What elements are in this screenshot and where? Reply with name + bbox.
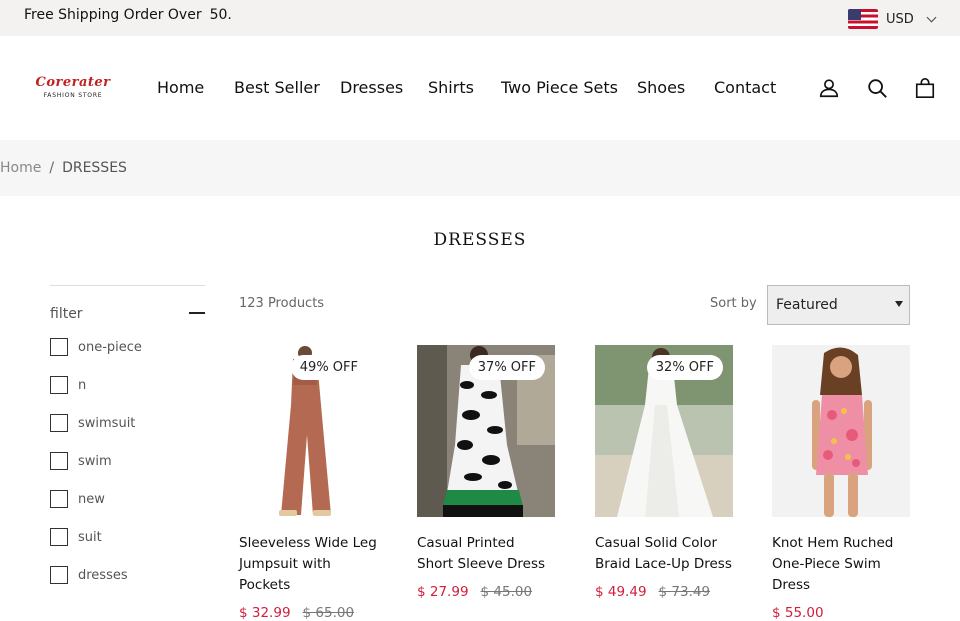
checkbox[interactable] (50, 414, 68, 432)
original-price: $ 73.49 (658, 584, 711, 600)
discount-badge: 32% OFF (646, 355, 723, 380)
nav-contact[interactable]: Contact (714, 78, 776, 97)
sale-price: $ 49.49 (595, 584, 647, 600)
checkbox[interactable] (50, 452, 68, 470)
filter-option-swimsuit[interactable]: swimsuit (50, 413, 135, 433)
filter-option-one-piece[interactable]: one-piece (50, 337, 142, 357)
breadcrumb-separator: / (49, 160, 55, 176)
us-flag-icon (848, 9, 878, 29)
product-card[interactable]: 32% OFF Casual Solid Color Braid Lace-Up… (595, 345, 733, 600)
filter-option-label: n (78, 377, 87, 393)
nav-two-piece-sets[interactable]: Two Piece Sets (501, 78, 618, 97)
filter-option-label: new (78, 491, 105, 507)
filter-option-label: suit (78, 529, 102, 545)
product-name[interactable]: Casual Solid Color Braid Lace-Up Dress (595, 533, 733, 575)
nav-shoes[interactable]: Shoes (637, 78, 685, 97)
chevron-down-icon (926, 12, 937, 22)
filter-option-label: swim (78, 453, 112, 469)
original-price: $ 45.00 (480, 584, 533, 600)
product-image[interactable]: 32% OFF (595, 345, 733, 517)
currency-code: USD (886, 11, 914, 27)
filter-option-n[interactable]: n (50, 375, 86, 395)
product-image[interactable]: 37% OFF (417, 345, 555, 517)
nav-best-seller[interactable]: Best Seller (234, 78, 320, 97)
filter-heading: filter (50, 306, 83, 322)
product-name[interactable]: Sleeveless Wide Leg Jumpsuit with Pocket… (239, 533, 377, 596)
nav-dresses[interactable]: Dresses (340, 78, 403, 97)
collapse-icon (189, 312, 205, 314)
page-title: DRESSES (433, 230, 527, 250)
product-name[interactable]: Knot Hem Ruched One-Piece Swim Dress (772, 533, 910, 596)
filter-option-label: swimsuit (78, 415, 136, 431)
search-icon[interactable] (866, 76, 888, 100)
filter-option-label: one-piece (78, 339, 142, 355)
filter-option-swim[interactable]: swim (50, 451, 112, 471)
sort-value: Featured (776, 297, 838, 313)
checkbox[interactable] (50, 528, 68, 546)
checkbox[interactable] (50, 490, 68, 508)
shipping-message: Free Shipping Order Over 50. (24, 7, 232, 23)
product-image[interactable]: 49% OFF (239, 345, 377, 517)
breadcrumb-bar: Home / DRESSES (0, 140, 960, 196)
breadcrumb: Home / DRESSES (0, 160, 127, 176)
discount-badge: 49% OFF (290, 355, 367, 380)
filter-divider (50, 285, 205, 286)
nav-home[interactable]: Home (157, 78, 204, 97)
nav-shirts[interactable]: Shirts (428, 78, 474, 97)
product-count: 123 Products (239, 296, 325, 311)
shipping-amount: 50. (209, 7, 232, 23)
product-image[interactable] (772, 345, 910, 517)
product-prices: $ 55.00 (772, 605, 910, 621)
original-price: $ 65.00 (302, 605, 355, 621)
announcement-bar: Free Shipping Order Over 50. USD (0, 0, 960, 36)
sale-price: $ 55.00 (772, 605, 824, 621)
sort-select[interactable]: Featured (767, 285, 910, 325)
filter-toggle[interactable]: filter (50, 303, 205, 323)
product-card[interactable]: 37% OFF Casual Printed Short Sleeve Dres… (417, 345, 555, 600)
filter-option-suit[interactable]: suit (50, 527, 102, 547)
main-nav: Home Best Seller Dresses Shirts Two Piec… (0, 78, 800, 102)
product-prices: $ 32.99 $ 65.00 (239, 605, 377, 621)
breadcrumb-current: DRESSES (62, 160, 127, 176)
account-icon[interactable] (818, 76, 840, 100)
shipping-text: Free Shipping Order Over (24, 7, 202, 23)
product-prices: $ 27.99 $ 45.00 (417, 584, 555, 600)
discount-badge: 37% OFF (468, 355, 545, 380)
chevron-down-icon (895, 301, 903, 307)
filter-option-label: dresses (78, 567, 128, 583)
sort-label: Sort by (710, 296, 757, 311)
breadcrumb-home[interactable]: Home (0, 160, 41, 176)
product-card[interactable]: 49% OFF Sleeveless Wide Leg Jumpsuit wit… (239, 345, 377, 621)
product-prices: $ 49.49 $ 73.49 (595, 584, 733, 600)
sale-price: $ 32.99 (239, 605, 291, 621)
filter-option-new[interactable]: new (50, 489, 105, 509)
filter-option-dresses[interactable]: dresses (50, 565, 128, 585)
product-card[interactable]: Knot Hem Ruched One-Piece Swim Dress $ 5… (772, 345, 910, 621)
checkbox[interactable] (50, 338, 68, 356)
currency-selector[interactable]: USD (848, 9, 937, 29)
header-icons (818, 76, 936, 100)
sale-price: $ 27.99 (417, 584, 469, 600)
checkbox[interactable] (50, 376, 68, 394)
site-header: Corerater FASHION STORE Home Best Seller… (0, 36, 960, 140)
cart-icon[interactable] (914, 76, 936, 100)
product-name[interactable]: Casual Printed Short Sleeve Dress (417, 533, 555, 575)
checkbox[interactable] (50, 566, 68, 584)
